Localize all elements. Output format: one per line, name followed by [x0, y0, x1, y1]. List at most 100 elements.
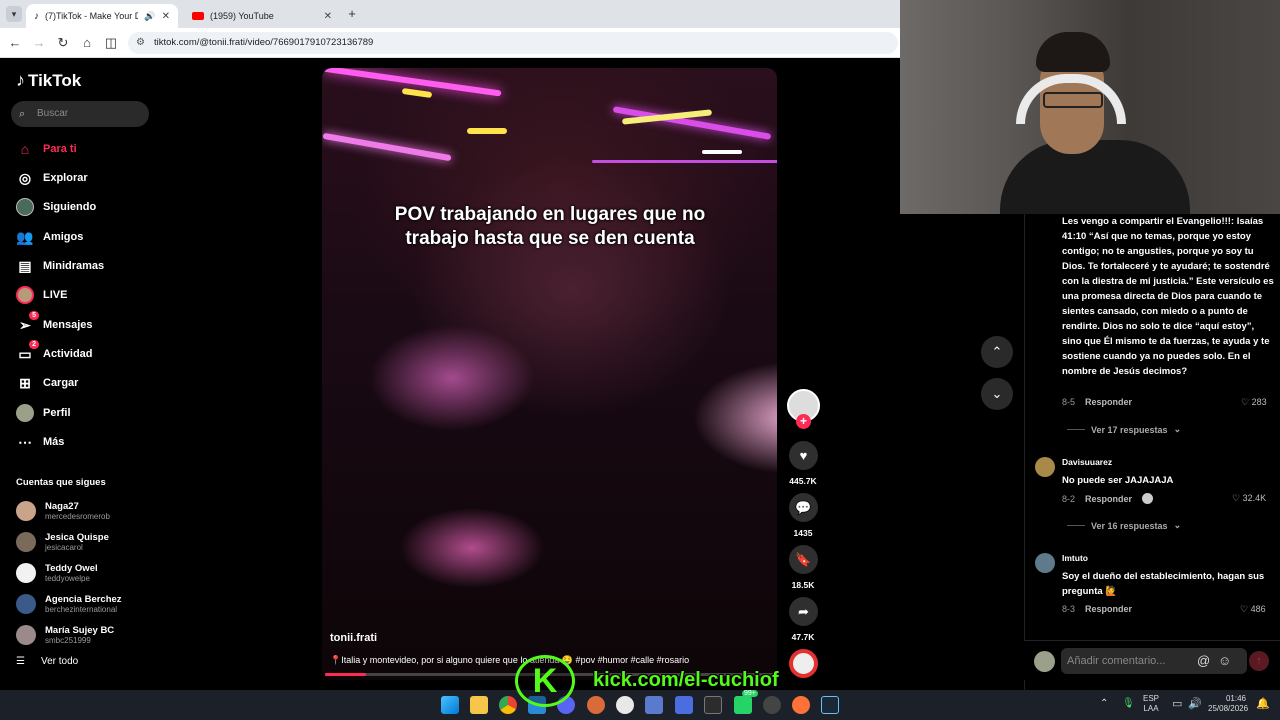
chevron-down-icon: ⌄	[1173, 520, 1182, 530]
reply-button[interactable]: Responder	[1085, 494, 1132, 504]
list-icon: ☰	[16, 656, 25, 667]
tab-tiktok[interactable]: ♪ (7)TikTok - Make Your Day 🔊 ✕	[26, 4, 178, 28]
nav-explorar[interactable]: ◎ Explorar	[16, 168, 88, 188]
address-bar[interactable]: ⚙ tiktok.com/@tonii.frati/video/76690179…	[128, 32, 898, 54]
network-icon[interactable]: ▭	[1172, 697, 1182, 710]
account-handle: teddyowelpe	[45, 573, 90, 583]
forward-icon[interactable]: →	[30, 34, 48, 52]
followed-account[interactable]: Jesica Quispe jesicacarol	[16, 529, 109, 555]
close-tab-icon[interactable]: ✕	[162, 11, 170, 22]
emoji-icon[interactable]: ☺	[1218, 648, 1231, 674]
kick-url: kick.com/el-cuchiof	[593, 669, 779, 691]
search-input[interactable]: ⌕ Buscar	[11, 101, 149, 127]
steam-icon[interactable]	[821, 696, 839, 714]
comment-date: 8-2	[1062, 493, 1076, 504]
notification-icon[interactable]: 🔔	[1256, 697, 1270, 710]
follow-plus-icon[interactable]: +	[796, 414, 811, 429]
tab-list-button[interactable]: ▾	[6, 6, 22, 22]
next-video-button[interactable]: ⌄	[981, 378, 1013, 410]
chevron-down-icon: ⌄	[991, 386, 1003, 401]
nav-mas[interactable]: ⋯ Más	[16, 432, 64, 452]
clock-time: 01:46	[1225, 694, 1246, 703]
video-author[interactable]: tonii.frati	[330, 632, 377, 644]
comments-panel: Les vengo a compartir el Evangelio!!!: I…	[1024, 214, 1280, 690]
home-icon[interactable]: ⌂	[78, 34, 96, 52]
search-icon: ⌕	[19, 108, 26, 120]
post-comment-button[interactable]: ↑	[1249, 651, 1269, 671]
kick-logo-icon: K	[515, 655, 575, 707]
avatar	[16, 563, 36, 583]
view-replies-button[interactable]: Ver 16 respuestas ⌄	[1067, 520, 1181, 531]
comment-like[interactable]: ♡ 486	[1240, 604, 1266, 615]
nav-label: Explorar	[43, 172, 88, 184]
like-button[interactable]: ♥	[789, 441, 818, 470]
save-button[interactable]: 🔖	[789, 545, 818, 574]
heart-outline-icon: ♡	[1232, 493, 1241, 503]
nav-siguiendo[interactable]: Siguiendo	[16, 197, 96, 217]
close-tab-icon[interactable]: ✕	[324, 11, 332, 22]
heart-icon: ♥	[799, 448, 808, 463]
streamer-body	[1000, 140, 1190, 214]
nav-perfil[interactable]: Perfil	[16, 403, 71, 423]
tiktok-logo[interactable]: ♪ TikTok	[16, 70, 81, 91]
nav-live[interactable]: LIVE	[16, 285, 67, 305]
following-avatar-icon	[16, 198, 34, 216]
following-header: Cuentas que sigues	[16, 477, 106, 488]
avatar[interactable]	[1035, 553, 1055, 573]
nav-cargar[interactable]: ⊞ Cargar	[16, 373, 78, 393]
see-all-label: Ver todo	[40, 656, 79, 667]
followed-account[interactable]: Agencia Berchez berchezinternational	[16, 591, 122, 617]
friends-icon: 👥	[16, 228, 34, 245]
split-view-icon[interactable]: ◫	[102, 34, 120, 52]
reload-icon[interactable]: ↻	[54, 34, 72, 52]
account-name: Naga27	[45, 500, 79, 512]
webcam-overlay	[900, 0, 1280, 214]
mention-icon[interactable]: @	[1197, 648, 1210, 674]
nav-mensajes[interactable]: ➢ 5 Mensajes	[16, 311, 93, 335]
account-handle: berchezinternational	[45, 604, 118, 614]
nav-actividad[interactable]: ▭ 2 Actividad	[16, 340, 93, 364]
followed-account[interactable]: María Sujey BC smbc251999	[16, 622, 114, 648]
account-name: María Sujey BC	[45, 624, 115, 636]
language-indicator[interactable]: ESP LAA	[1143, 694, 1159, 714]
nav-label: Actividad	[43, 348, 93, 360]
clock[interactable]: 01:46 25/08/2026	[1208, 694, 1248, 714]
followed-account[interactable]: Naga27 mercedesromerob	[16, 498, 110, 524]
share-button[interactable]: ➦	[789, 597, 818, 626]
logo-text: TikTok	[28, 70, 82, 90]
reply-button[interactable]: Responder	[1085, 397, 1132, 407]
file-explorer-icon[interactable]	[470, 696, 488, 714]
reply-button[interactable]: Responder	[1085, 604, 1132, 614]
site-info-icon[interactable]: ⚙	[136, 32, 145, 54]
comment-button[interactable]: 💬	[789, 493, 818, 522]
back-icon[interactable]: ←	[6, 34, 24, 52]
comment-input[interactable]: Añadir comentario... @ ☺	[1061, 648, 1247, 674]
nav-minidramas[interactable]: ▤ Minidramas	[16, 256, 104, 276]
comment-text: Les vengo a compartir el Evangelio!!!: I…	[1062, 216, 1274, 377]
save-count: 18.5K	[791, 580, 815, 590]
volume-icon[interactable]: 🔊	[1188, 697, 1202, 710]
video-caption: POV trabajando en lugares que no trabajo…	[340, 203, 760, 251]
speaker-icon[interactable]: 🔊	[144, 11, 155, 22]
nav-amigos[interactable]: 👥 Amigos	[16, 227, 83, 247]
see-all-link[interactable]: ☰ Ver todo	[16, 656, 78, 667]
new-tab-button[interactable]: +	[344, 6, 360, 22]
like-count: 486	[1250, 604, 1266, 614]
comment-username[interactable]: Davisuuarez	[1062, 457, 1112, 467]
tray-chevron-icon[interactable]: ⌃	[1100, 698, 1108, 709]
view-replies-button[interactable]: Ver 17 respuestas ⌄	[1067, 424, 1181, 435]
previous-video-button[interactable]: ⌃	[981, 336, 1013, 368]
comment-username[interactable]: Imtuto	[1062, 553, 1088, 563]
windows-start-icon[interactable]	[441, 696, 459, 714]
followed-account[interactable]: Teddy Owel teddyowelpe	[16, 560, 98, 586]
nav-para-ti[interactable]: ⌂ Para ti	[16, 139, 77, 159]
comment-like[interactable]: ♡ 32.4K	[1232, 493, 1266, 504]
avatar[interactable]	[1035, 457, 1055, 477]
video-player[interactable]	[322, 68, 777, 680]
tab-youtube[interactable]: (1959) YouTube ✕	[184, 4, 340, 28]
tab-title: (1959) YouTube	[210, 11, 274, 21]
browser-toolbar: ← → ↻ ⌂ ◫ ⚙ tiktok.com/@tonii.frati/vide…	[0, 28, 900, 58]
microphone-icon[interactable]: 🎙	[1122, 698, 1135, 709]
account-handle: jesicacarol	[45, 542, 83, 552]
comment-like[interactable]: ♡ 283	[1241, 397, 1267, 408]
